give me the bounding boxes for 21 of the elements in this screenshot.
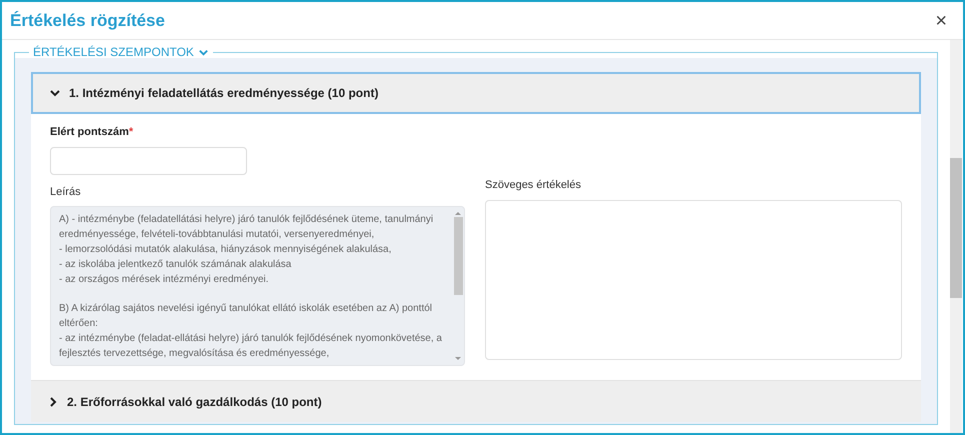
score-input-field[interactable] [50,146,247,174]
description-line: - az intézménybe (feladat-ellátási helyre) járó tanulók fejlődésének nyomonkövetése, a [59,332,443,346]
description-line: B) A kizárólag sajátos nevelési igényű tanulókat ellátó iskolák esetében az A) ponttól [59,302,434,316]
section-legend: ÉRTÉKELÉSI SZEMPONTOK [33,46,194,58]
window-title: Értékelés rögzítése [10,10,165,32]
field-label: Leírás [50,184,82,200]
description-text-area[interactable] [50,206,465,366]
description-line: - az iskolába jelentkező tanulók számának alakulása [59,258,292,272]
description-line: - lemorzsolódási mutatók alakulása, hiányzások mennyiségének alakulása, [59,243,392,257]
field-label: Szöveges értékelés [485,178,582,193]
description-line: eredményessége, felvételi-továbbtanulási mutatói, versenyeredményei, [59,228,376,242]
description-line: eltérően: [59,317,99,331]
field-label: Elért pontszám* [50,125,134,140]
description-line: - az országos mérések intézményi eredményei. [59,273,270,287]
accordion-header[interactable]: 2. Erőforrásokkal való gazdálkodás (10 pont) [31,380,921,422]
scrollbar[interactable] [950,40,962,433]
description-line: fejlesztés tervezettsége, megvalósítása és eredményessége, [59,347,330,361]
description-line: A) - intézménybe (feladatellátási helyre) járó tanulók fejlődésének üteme, tanulmányi [59,213,434,227]
accordion-header[interactable]: 1. Intézményi feladatellátás eredményessége (10 pont) [31,72,921,114]
scroll-down-icon[interactable] [455,356,461,362]
close-button[interactable]: × [931,10,951,30]
